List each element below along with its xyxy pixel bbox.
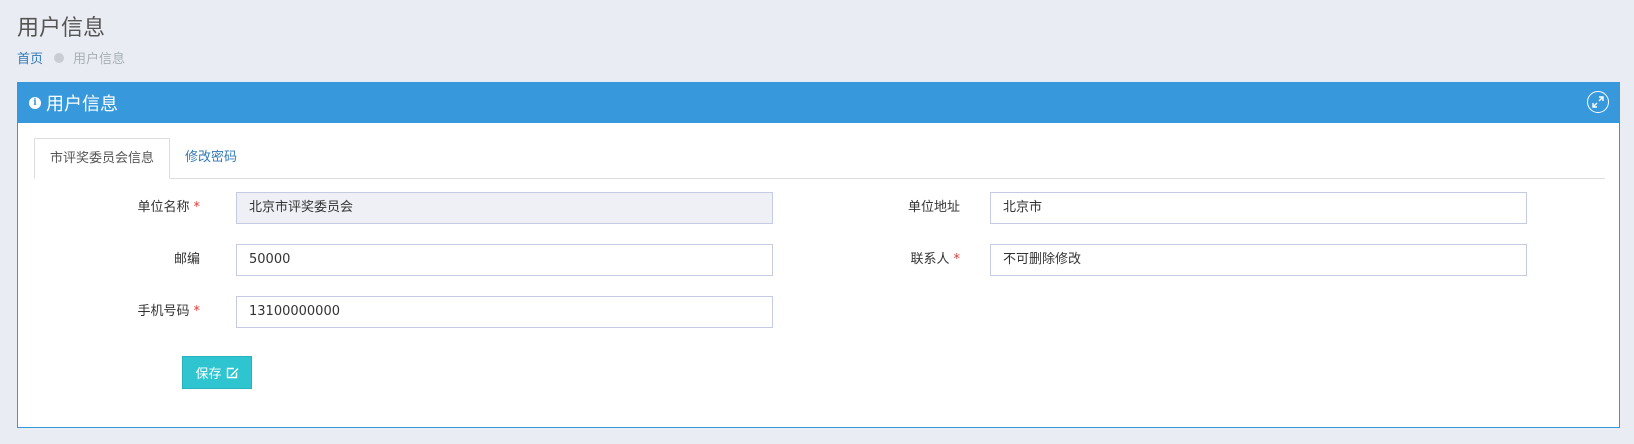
- edit-icon: [226, 367, 239, 379]
- phone-field[interactable]: 13100000000: [236, 296, 773, 328]
- unit-name-label-text: 单位名称: [137, 200, 190, 215]
- contact-field[interactable]: 不可删除修改: [990, 244, 1527, 276]
- save-button-label: 保存: [195, 367, 222, 382]
- info-circle-icon: i: [29, 97, 41, 109]
- panel-header: i 用户信息: [18, 83, 1619, 123]
- tab-bar: 市评奖委员会信息 修改密码: [34, 138, 1605, 179]
- unit-address-field[interactable]: 北京市: [990, 192, 1527, 224]
- required-mark: *: [953, 252, 961, 267]
- breadcrumb-home-link[interactable]: 首页: [17, 48, 43, 67]
- page-title: 用户信息: [17, 16, 106, 41]
- user-info-panel: i 用户信息 市评奖委员会信息 修改密码 单位名称 * 北京市评奖委员会 单位地址…: [17, 82, 1620, 428]
- phone-label-text: 手机号码: [137, 304, 190, 319]
- tab-change-password[interactable]: 修改密码: [170, 138, 252, 178]
- breadcrumb-current: 用户信息: [73, 52, 126, 67]
- breadcrumb-separator: [54, 52, 65, 63]
- contact-label: 联系人 *: [810, 244, 960, 276]
- unit-address-label: 单位地址: [810, 192, 960, 224]
- panel-title: 用户信息: [46, 94, 118, 115]
- required-mark: *: [193, 200, 201, 215]
- postcode-label: 邮编: [50, 244, 200, 276]
- tab-committee-info[interactable]: 市评奖委员会信息: [34, 138, 171, 179]
- required-mark: *: [193, 304, 201, 319]
- breadcrumb: 首页 用户信息: [17, 48, 125, 67]
- unit-name-label: 单位名称 *: [50, 192, 200, 224]
- contact-label-text: 联系人: [910, 252, 950, 267]
- phone-label: 手机号码 *: [50, 296, 200, 328]
- unit-name-field[interactable]: 北京市评奖委员会: [236, 192, 773, 224]
- postcode-label-text: 邮编: [173, 252, 200, 267]
- expand-button[interactable]: [1587, 91, 1609, 113]
- postcode-field[interactable]: 50000: [236, 244, 773, 276]
- unit-address-label-text: 单位地址: [907, 200, 960, 215]
- expand-icon: [1592, 96, 1604, 108]
- save-button[interactable]: 保存: [182, 356, 252, 389]
